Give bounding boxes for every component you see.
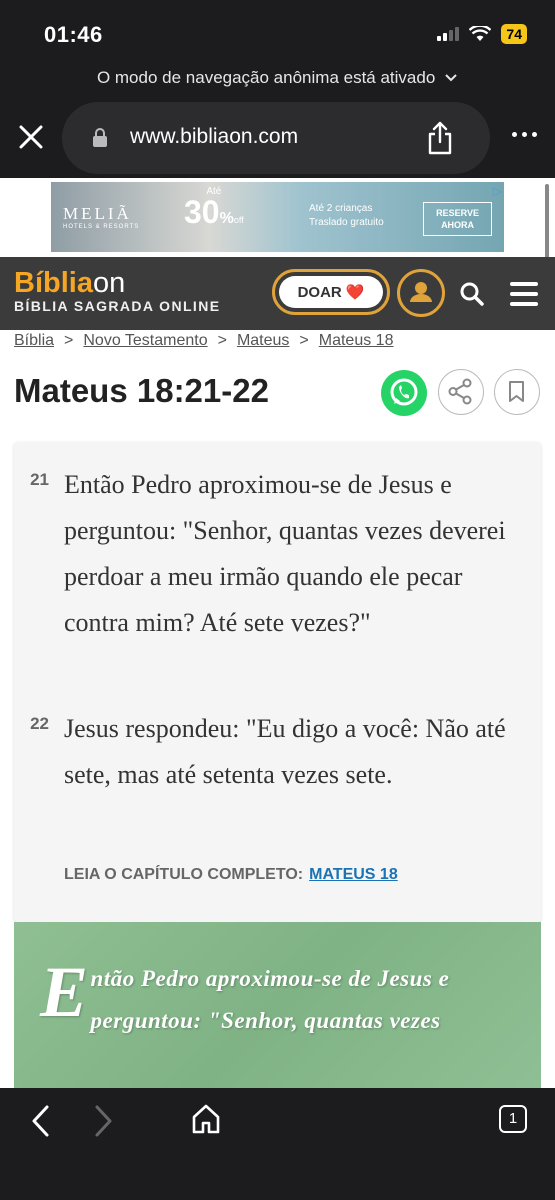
incognito-notice[interactable]: O modo de navegação anônima está ativado — [0, 68, 555, 88]
breadcrumb-novo-testamento[interactable]: Novo Testamento — [83, 332, 207, 350]
user-account-button[interactable] — [397, 269, 445, 317]
dropcap-letter: E — [40, 952, 89, 1032]
url-row: www.bibliaon.com — [0, 102, 555, 174]
bookmark-button[interactable] — [494, 369, 540, 415]
site-header: Bíbliaon BÍBLIA SAGRADA ONLINE DOAR ❤️ — [0, 257, 555, 330]
share-button[interactable] — [438, 369, 484, 415]
forward-arrow-icon[interactable] — [90, 1104, 116, 1138]
verse-text[interactable]: Então Pedro aproximou-se de Jesus e perg… — [64, 462, 531, 646]
chevron-down-icon — [445, 74, 457, 82]
breadcrumb-biblia[interactable]: Bíblia — [14, 332, 54, 350]
browser-bottom-bar: 1 — [0, 1088, 555, 1200]
read-full-chapter-label: LEIA O CAPÍTULO COMPLETO: — [64, 866, 304, 883]
verse-image-text: Então Pedro aproximou-se de Jesus e perg… — [40, 952, 450, 1033]
site-logo[interactable]: Bíbliaon BÍBLIA SAGRADA ONLINE — [14, 267, 220, 314]
verse-item: 21 Então Pedro aproximou-se de Jesus e p… — [14, 462, 531, 646]
url-text: www.bibliaon.com — [130, 125, 299, 148]
ad-choices-icon[interactable]: ▷ — [493, 184, 502, 198]
share-icon[interactable] — [426, 120, 454, 156]
breadcrumb-mateus-18[interactable]: Mateus 18 — [319, 332, 394, 350]
verse-text[interactable]: Jesus respondeu: "Eu digo a você: Não at… — [64, 706, 531, 798]
bookmark-icon — [509, 381, 524, 402]
browser-top-bar: 01:46 74 O modo de navegação anônima est… — [0, 0, 555, 178]
whatsapp-share-button[interactable] — [381, 370, 427, 416]
verse-number: 21 — [30, 470, 49, 489]
hamburger-menu-icon[interactable] — [510, 282, 538, 312]
verse-number: 22 — [30, 714, 49, 733]
signal-icon — [437, 27, 460, 41]
battery-indicator: 74 — [501, 24, 527, 44]
ad-reserve-button[interactable]: RESERVE AHORA — [423, 202, 492, 236]
search-icon[interactable] — [459, 281, 485, 307]
breadcrumb: Bíblia > Novo Testamento > Mateus > Mate… — [14, 332, 394, 350]
heart-icon: ❤️ — [345, 284, 365, 301]
lock-icon — [93, 128, 107, 147]
site-tagline: BÍBLIA SAGRADA ONLINE — [14, 298, 221, 314]
status-icons: 74 — [437, 24, 527, 44]
ad-offer: Até 30%off — [184, 186, 244, 230]
donate-label: DOAR — [297, 283, 342, 301]
verse-image-card[interactable]: Então Pedro aproximou-se de Jesus e perg… — [14, 922, 541, 1092]
verse-box: 21 Então Pedro aproximou-se de Jesus e p… — [14, 442, 541, 922]
user-icon — [410, 282, 432, 302]
read-full-chapter: LEIA O CAPÍTULO COMPLETO: MATEUS 18 — [64, 866, 398, 884]
back-arrow-icon[interactable] — [28, 1104, 54, 1138]
page-title: Mateus 18:21-22 — [14, 372, 269, 409]
tab-count-button[interactable]: 1 — [499, 1105, 527, 1133]
home-icon[interactable] — [190, 1102, 222, 1136]
status-bar: 01:46 74 — [0, 0, 555, 70]
ad-logo: MELIÃ HOTELS & RESORTS — [63, 204, 140, 230]
wifi-icon — [469, 26, 492, 41]
share-nodes-icon — [448, 378, 472, 405]
more-options-icon[interactable] — [512, 132, 537, 137]
chapter-link[interactable]: MATEUS 18 — [309, 866, 398, 883]
whatsapp-icon — [390, 378, 418, 406]
donate-button[interactable]: DOAR ❤️ — [272, 269, 390, 315]
ad-benefits: Até 2 crianças Traslado gratuito — [309, 203, 384, 228]
status-time: 01:46 — [44, 22, 103, 47]
address-bar[interactable]: www.bibliaon.com — [62, 102, 490, 174]
advertisement-banner[interactable]: MELIÃ HOTELS & RESORTS Até 30%off Até 2 … — [51, 182, 504, 252]
breadcrumb-mateus[interactable]: Mateus — [237, 332, 289, 350]
incognito-notice-text: O modo de navegação anônima está ativado — [96, 68, 436, 87]
verse-item: 22 Jesus respondeu: "Eu digo a você: Não… — [14, 706, 531, 798]
close-icon[interactable] — [16, 122, 46, 152]
